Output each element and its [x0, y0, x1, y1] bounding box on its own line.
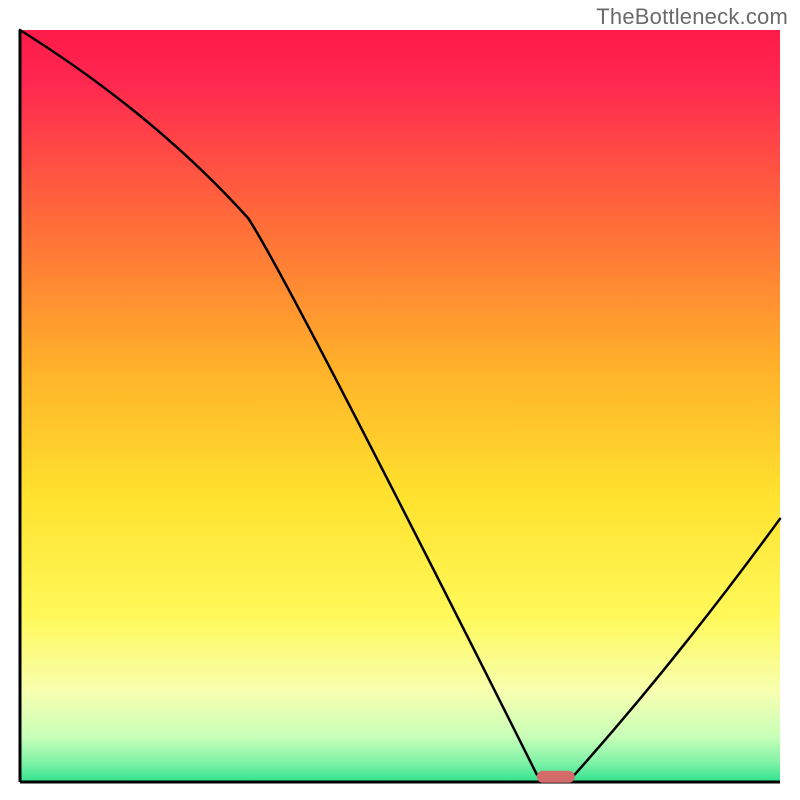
watermark-label: TheBottleneck.com: [596, 4, 788, 30]
bottleneck-chart: [0, 0, 800, 800]
plot-background: [20, 30, 780, 782]
chart-container: TheBottleneck.com: [0, 0, 800, 800]
optimal-zone-marker: [537, 771, 575, 783]
